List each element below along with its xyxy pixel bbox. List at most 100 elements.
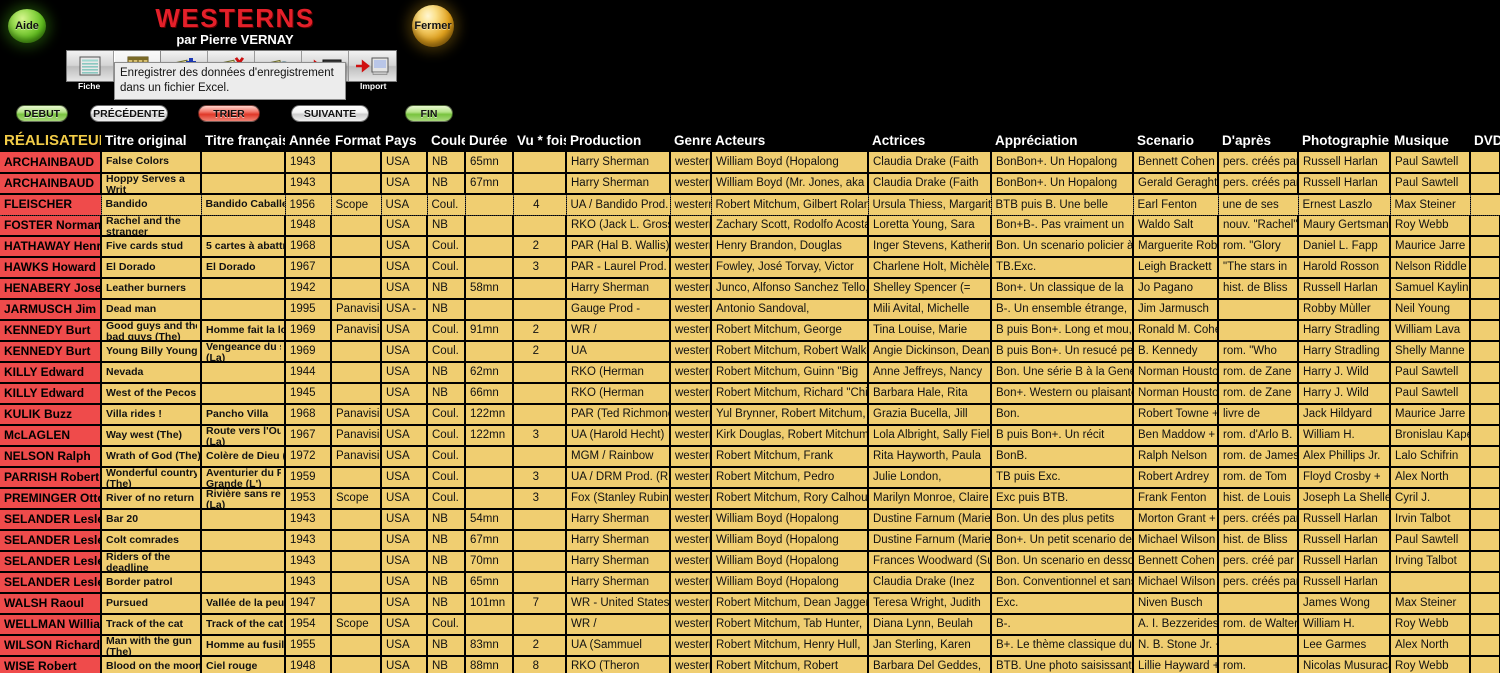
cell-couleur[interactable]: Coul.: [427, 425, 466, 447]
cell-actrices[interactable]: Lola Albright, Sally Field,: [868, 425, 992, 447]
cell-genre[interactable]: western: [670, 446, 712, 468]
cell-format[interactable]: [331, 278, 382, 300]
cell-titre-francais[interactable]: [201, 551, 286, 573]
records-table-container[interactable]: RÉALISATEUR Titre original Titre françai…: [0, 130, 1500, 673]
cell-pays[interactable]: USA: [381, 278, 428, 300]
cell-genre[interactable]: western: [670, 425, 712, 447]
column-header-duree[interactable]: Durée: [465, 130, 513, 152]
table-row[interactable]: JARMUSCH Jim Dead man 1995 Panavisio USA - NB…: [0, 299, 1500, 321]
cell-production[interactable]: Harry Sherman: [566, 152, 671, 174]
cell-duree[interactable]: [465, 193, 514, 216]
cell-realisateur[interactable]: FOSTER Norman: [0, 215, 102, 237]
cell-titre-original[interactable]: Young Billy Young: [101, 341, 202, 363]
cell-appreciation[interactable]: BTB puis B. Une belle: [991, 193, 1134, 216]
cell-actrices[interactable]: Jan Sterling, Karen: [868, 635, 992, 657]
cell-musique[interactable]: Paul Sawtell: [1390, 530, 1471, 552]
table-row[interactable]: KENNEDY Burt Young Billy Young Vengeance d…: [0, 341, 1500, 363]
cell-appreciation[interactable]: BonBon+. Un Hopalong: [991, 152, 1134, 174]
cell-annee[interactable]: 1943: [285, 572, 332, 594]
cell-titre-original[interactable]: Way west (The): [101, 425, 202, 447]
cell-duree[interactable]: 65mn: [465, 152, 514, 174]
cell-duree[interactable]: 83mn: [465, 635, 514, 657]
cell-dapres[interactable]: hist. de Bliss: [1218, 278, 1299, 300]
cell-realisateur[interactable]: PREMINGER Otto: [0, 488, 102, 510]
cell-photographie[interactable]: Russell Harlan: [1298, 152, 1391, 174]
cell-format[interactable]: [331, 215, 382, 237]
cell-production[interactable]: Harry Sherman: [566, 173, 671, 195]
cell-photographie[interactable]: William H.: [1298, 425, 1391, 447]
cell-dvd[interactable]: [1470, 383, 1500, 405]
cell-acteurs[interactable]: Robert Mitchum, Robert: [711, 656, 869, 673]
cell-pays[interactable]: USA: [381, 635, 428, 657]
cell-photographie[interactable]: Robby Mùller: [1298, 299, 1391, 321]
cell-annee[interactable]: 1943: [285, 152, 332, 174]
cell-genre[interactable]: western: [670, 257, 712, 279]
cell-titre-francais[interactable]: [201, 572, 286, 594]
cell-actrices[interactable]: Angie Dickinson, Deana: [868, 341, 992, 363]
column-header-annee[interactable]: Année: [285, 130, 331, 152]
cell-scenario[interactable]: N. B. Stone Jr. +: [1133, 635, 1219, 657]
cell-genre[interactable]: western: [670, 530, 712, 552]
cell-duree[interactable]: 88mn: [465, 656, 514, 673]
table-row[interactable]: HENABERY JosephLeather burners 1942 USANB5…: [0, 278, 1500, 300]
table-row[interactable]: HATHAWAY Henry Five cards stud 5 cartes à …: [0, 236, 1500, 258]
cell-realisateur[interactable]: HAWKS Howard: [0, 257, 102, 279]
cell-musique[interactable]: Bronislau Kaper: [1390, 425, 1471, 447]
cell-duree[interactable]: [465, 299, 514, 321]
cell-dapres[interactable]: rom. "Glory: [1218, 236, 1299, 258]
cell-couleur[interactable]: NB: [427, 362, 466, 384]
cell-photographie[interactable]: Harry Stradling: [1298, 320, 1391, 342]
column-header-acteurs[interactable]: Acteurs: [711, 130, 868, 152]
cell-format[interactable]: [331, 635, 382, 657]
cell-acteurs[interactable]: Zachary Scott, Rodolfo Acosta,: [711, 215, 869, 237]
cell-dapres[interactable]: nouv. "Rachel": [1218, 215, 1299, 237]
cell-format[interactable]: Panavisio: [331, 446, 382, 468]
cell-realisateur[interactable]: SELANDER Lesley: [0, 551, 102, 573]
cell-duree[interactable]: [465, 215, 514, 237]
cell-couleur[interactable]: NB: [427, 278, 466, 300]
cell-dvd[interactable]: [1470, 236, 1500, 258]
cell-appreciation[interactable]: BTB. Une photo saisissante: [991, 656, 1134, 673]
cell-titre-original[interactable]: Wonderful country (The): [101, 467, 202, 489]
cell-photographie[interactable]: Nicolas Musuraca: [1298, 656, 1391, 673]
cell-format[interactable]: [331, 257, 382, 279]
cell-realisateur[interactable]: SELANDER Lesley: [0, 530, 102, 552]
cell-actrices[interactable]: Loretta Young, Sara: [868, 215, 992, 237]
table-row[interactable]: ARCHAINBAUD False Colors 1943 USA NB 65mn Harr…: [0, 152, 1500, 174]
cell-acteurs[interactable]: Robert Mitchum, Dean Jagger,: [711, 593, 869, 615]
cell-vu-fois[interactable]: [513, 278, 567, 300]
cell-annee[interactable]: 1953: [285, 488, 332, 510]
cell-realisateur[interactable]: SELANDER Lesley: [0, 572, 102, 594]
cell-appreciation[interactable]: BonB.: [991, 446, 1134, 468]
cell-scenario[interactable]: Bennett Cohen: [1133, 152, 1219, 174]
cell-titre-original[interactable]: Track of the cat: [101, 614, 202, 636]
column-header-musique[interactable]: Musique: [1390, 130, 1470, 152]
cell-format[interactable]: Panavisio: [331, 299, 382, 321]
cell-annee[interactable]: 1955: [285, 635, 332, 657]
cell-realisateur[interactable]: McLAGLEN: [0, 425, 102, 447]
cell-production[interactable]: Harry Sherman: [566, 278, 671, 300]
cell-titre-original[interactable]: Riders of the deadline: [101, 551, 202, 573]
cell-duree[interactable]: 62mn: [465, 362, 514, 384]
cell-duree[interactable]: [465, 257, 514, 279]
column-header-dvd[interactable]: DVD: [1470, 130, 1500, 152]
cell-acteurs[interactable]: William Boyd (Hopalong: [711, 509, 869, 531]
cell-dapres[interactable]: rom. de Walter: [1218, 614, 1299, 636]
cell-production[interactable]: WR /: [566, 614, 671, 636]
cell-duree[interactable]: 122mn: [465, 425, 514, 447]
cell-realisateur[interactable]: WALSH Raoul: [0, 593, 102, 615]
cell-scenario[interactable]: Lillie Hayward +: [1133, 656, 1219, 673]
cell-realisateur[interactable]: KULIK Buzz: [0, 404, 102, 426]
cell-genre[interactable]: western: [670, 173, 712, 195]
cell-acteurs[interactable]: Junco, Alfonso Sanchez Tello,: [711, 278, 869, 300]
cell-dapres[interactable]: "The stars in: [1218, 257, 1299, 279]
column-header-production[interactable]: Production: [566, 130, 670, 152]
cell-pays[interactable]: USA: [381, 152, 428, 174]
cell-photographie[interactable]: Floyd Crosby +: [1298, 467, 1391, 489]
cell-appreciation[interactable]: B-.: [991, 614, 1134, 636]
cell-genre[interactable]: western: [670, 152, 712, 174]
cell-acteurs[interactable]: Kirk Douglas, Robert Mitchum,: [711, 425, 869, 447]
cell-production[interactable]: WR /: [566, 320, 671, 342]
cell-dvd[interactable]: [1470, 404, 1500, 426]
cell-duree[interactable]: 101mn: [465, 593, 514, 615]
